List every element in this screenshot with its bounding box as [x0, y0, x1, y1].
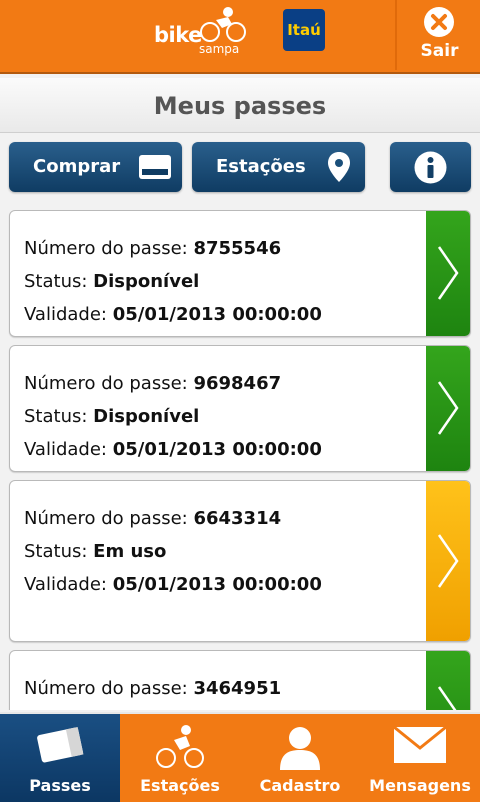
map-pin-icon	[327, 152, 351, 186]
tab-passes[interactable]: Passes	[0, 714, 120, 802]
pass-validity-label: Validade:	[24, 304, 113, 325]
pass-validity-row: Validade: 05/01/2013 00:00:00	[24, 298, 322, 331]
cyclist-logo-icon	[200, 7, 246, 42]
pass-validity-label: Validade:	[24, 574, 113, 595]
pass-number-label: Número do passe:	[24, 238, 194, 259]
pass-number-label: Número do passe:	[24, 373, 194, 394]
pass-number: 3464951	[193, 678, 282, 699]
pass-details: Número do passe: 8755546 Status: Disponí…	[24, 232, 322, 331]
page-title: Meus passes	[153, 92, 327, 120]
buy-button-label: Comprar	[33, 156, 121, 177]
pass-validity: 05/01/2013 00:00:00	[112, 304, 322, 325]
pass-status: Em uso	[93, 541, 167, 562]
pass-status-label: Status:	[24, 271, 94, 292]
pass-status-row: Status: Disponível	[24, 400, 322, 433]
pass-card[interactable]: Número do passe: 3464951	[9, 650, 471, 710]
pass-number: 8755546	[193, 238, 282, 259]
pass-validity-row: Validade: 05/01/2013 00:00:00	[24, 568, 322, 601]
user-icon	[240, 724, 360, 770]
pass-number: 6643314	[193, 508, 282, 529]
title-bar: Meus passes	[0, 78, 480, 133]
pass-number: 9698467	[193, 373, 282, 394]
chevron-right-icon	[437, 246, 459, 300]
pass-list[interactable]: Número do passe: 8755546 Status: Disponí…	[0, 200, 480, 710]
itau-logo: Itaú	[283, 9, 325, 51]
pass-card[interactable]: Número do passe: 8755546 Status: Disponí…	[9, 210, 471, 337]
info-icon	[414, 151, 447, 188]
pass-details: Número do passe: 6643314 Status: Em uso …	[24, 502, 322, 601]
pass-status: Disponível	[93, 406, 200, 427]
chevron-right-icon	[437, 534, 459, 588]
chevron-right-icon	[437, 381, 459, 435]
close-icon	[424, 7, 454, 37]
pass-status-row: Status: Disponível	[24, 265, 322, 298]
pass-card[interactable]: Número do passe: 9698467 Status: Disponí…	[9, 345, 471, 472]
pass-number-label: Número do passe:	[24, 678, 194, 699]
pass-number-row: Número do passe: 3464951	[24, 672, 281, 705]
pass-number-row: Número do passe: 9698467	[24, 367, 322, 400]
tab-passes-label: Passes	[29, 776, 91, 795]
pass-number-row: Número do passe: 8755546	[24, 232, 322, 265]
pass-validity: 05/01/2013 00:00:00	[112, 439, 322, 460]
cyclist-icon	[120, 724, 240, 770]
pass-card-icon	[0, 724, 120, 766]
pass-validity-label: Validade:	[24, 439, 113, 460]
info-button[interactable]	[390, 142, 471, 192]
tab-messages[interactable]: Mensagens	[360, 714, 480, 802]
pass-status: Disponível	[93, 271, 200, 292]
pass-status-strip[interactable]	[426, 481, 470, 641]
pass-status-label: Status:	[24, 541, 94, 562]
pass-status-strip[interactable]	[426, 346, 470, 471]
logo-word: bike	[154, 23, 202, 47]
pass-status-strip[interactable]	[426, 651, 470, 710]
pass-status-strip[interactable]	[426, 211, 470, 336]
tab-register[interactable]: Cadastro	[240, 714, 360, 802]
pass-details: Número do passe: 3464951	[24, 672, 281, 705]
pass-status-label: Status:	[24, 406, 94, 427]
pass-details: Número do passe: 9698467 Status: Disponí…	[24, 367, 322, 466]
exit-button[interactable]: Sair	[395, 0, 480, 70]
exit-label: Sair	[420, 41, 459, 61]
stations-button-label: Estações	[216, 156, 306, 177]
bottom-nav: Passes Estações Cadastro Mensagens	[0, 712, 480, 802]
chevron-right-icon	[437, 686, 457, 710]
tab-stations-label: Estações	[140, 776, 220, 795]
tab-messages-label: Mensagens	[369, 776, 471, 795]
bike-sampa-logo: bike sampa	[152, 6, 248, 58]
pass-number-row: Número do passe: 6643314	[24, 502, 322, 535]
pass-number-label: Número do passe:	[24, 508, 194, 529]
buy-button[interactable]: Comprar	[9, 142, 182, 192]
tab-stations[interactable]: Estações	[120, 714, 240, 802]
app-header: bike sampa Itaú Sair	[0, 0, 480, 72]
pass-validity-row: Validade: 05/01/2013 00:00:00	[24, 433, 322, 466]
card-icon	[139, 155, 171, 183]
pass-validity: 05/01/2013 00:00:00	[112, 574, 322, 595]
envelope-icon	[360, 724, 480, 766]
pass-card[interactable]: Número do passe: 6643314 Status: Em uso …	[9, 480, 471, 642]
logo-subtitle: sampa	[199, 42, 240, 56]
pass-status-row: Status: Em uso	[24, 535, 322, 568]
stations-button[interactable]: Estações	[192, 142, 365, 192]
tab-register-label: Cadastro	[259, 776, 341, 795]
